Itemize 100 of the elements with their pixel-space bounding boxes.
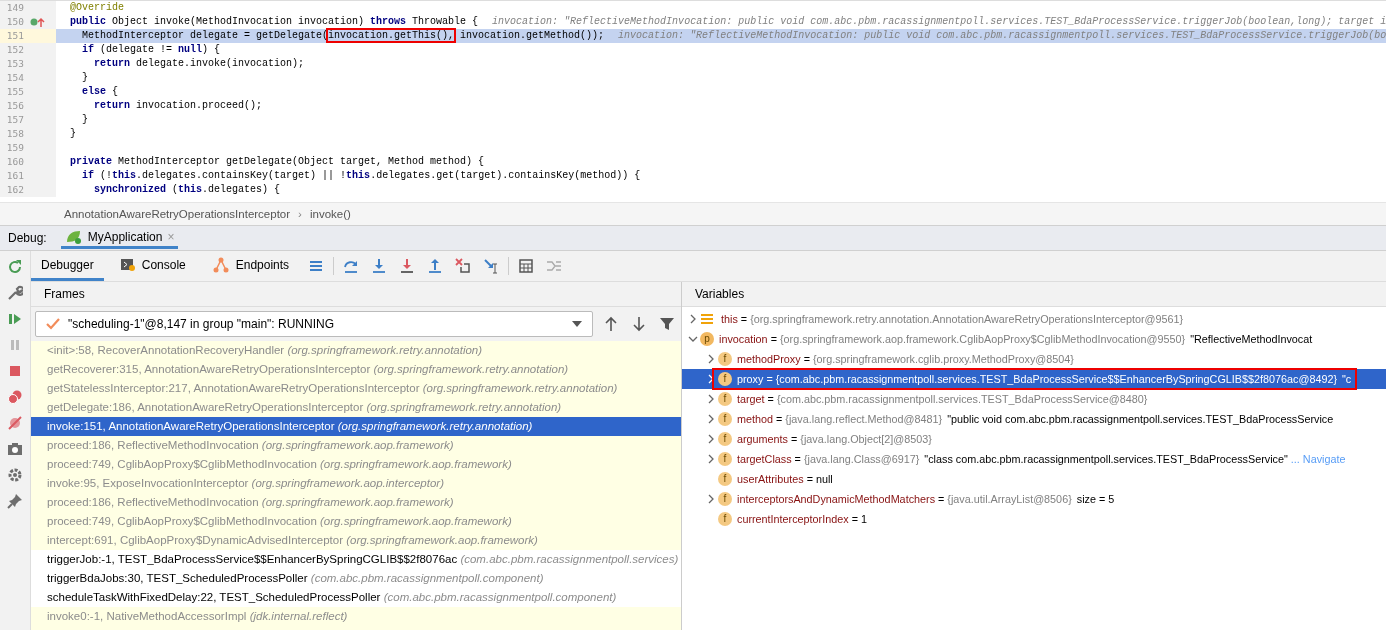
variable-row[interactable]: f targetClass = {java.lang.Class@6917} "class com.abc.pbm.racassignmentpoll.services.TEST_BdaProcessService" ... Navigate <box>682 449 1386 469</box>
code-text: @Override <box>70 2 124 13</box>
line-number: 155 <box>5 85 24 99</box>
code-text: } <box>70 128 76 139</box>
code-text: invocation.getMethod()); <box>459 30 605 41</box>
variable-row[interactable]: f arguments = {java.lang.Object[2]@8503} <box>682 429 1386 449</box>
breadcrumb-item[interactable]: invoke() <box>309 208 351 220</box>
line-number: 162 <box>5 183 24 197</box>
variable-detail: "class com.abc.pbm.racassignmentpoll.services.TEST_BdaProcessService" <box>924 453 1288 465</box>
variable-badge: f <box>718 372 732 386</box>
panel-title: Variables <box>695 287 745 301</box>
mute-breakpoints-icon[interactable] <box>7 415 23 431</box>
variable-row[interactable]: f currentInterceptorIndex = 1 <box>682 509 1386 529</box>
run-to-cursor-icon[interactable] <box>483 258 500 274</box>
line-number: 160 <box>5 155 24 169</box>
variable-badge: f <box>718 392 732 406</box>
leaf-icon <box>64 228 83 245</box>
thread-dropdown[interactable]: "scheduling-1"@8,147 in group "main": RUNNING <box>35 311 593 337</box>
variable-detail: "c <box>1342 373 1352 385</box>
variable-row[interactable]: f method = {java.lang.reflect.Method@8481} "public void com.abc.pbm.racassignmentpoll.services.TEST_BdaProcessService <box>682 409 1386 429</box>
menu-icon[interactable] <box>308 258 325 274</box>
console-icon <box>119 257 136 272</box>
code-text: } <box>81 72 88 83</box>
pin-icon[interactable] <box>7 493 23 509</box>
variable-name: interceptorsAndDynamicMethodMatchers <box>737 493 936 505</box>
code-text: return invocation.proceed(); <box>93 100 263 111</box>
variable-row[interactable]: p invocation = {org.springframework.aop.framework.CglibAopProxy$CglibMethodInvocation@9550} "ReflectiveMethodInvocat <box>682 329 1386 349</box>
camera-icon[interactable] <box>7 441 23 457</box>
rerun-icon[interactable] <box>7 259 23 275</box>
code-text: if (!this.delegates.containsKey(target) || !this.delegates.get(target).containsKey(method)) { <box>81 170 641 181</box>
stack-frame[interactable]: invoke:151, AnnotationAwareRetryOperationsInterceptor (org.springframework.retry.annotation) <box>31 417 681 436</box>
breakpoints-icon[interactable] <box>7 389 23 405</box>
inline-value-hint: invocation: "ReflectiveMethodInvocation: public void com.abc.pbm.racassignmentpoll.services.TEST_BdaProcessService.triggerJob(bo <box>618 30 1386 41</box>
variable-value: null <box>815 473 833 485</box>
line-number: 159 <box>5 141 24 155</box>
debugger-tab[interactable]: Console <box>109 251 196 281</box>
filter-icon[interactable] <box>660 317 674 331</box>
line-number: 151 <box>5 29 24 43</box>
code-text: private MethodInterceptor getDelegate(Object target, Method method) { <box>70 156 485 167</box>
variable-row[interactable]: f methodProxy = {org.springframework.cglib.proxy.MethodProxy@8504} <box>682 349 1386 369</box>
up-arrow-icon[interactable] <box>604 316 618 332</box>
step-over-icon[interactable] <box>343 258 360 274</box>
resume-icon[interactable] <box>7 311 23 327</box>
step-into-icon[interactable] <box>371 258 388 274</box>
variable-row[interactable]: f target = {com.abc.pbm.racassignmentpoll.services.TEST_BdaProcessService@8480} <box>682 389 1386 409</box>
step-out-icon[interactable] <box>427 258 444 274</box>
equals-sign: = <box>740 313 748 325</box>
override-marker-icon[interactable] <box>30 16 46 28</box>
variable-value: {java.lang.Class@6917} <box>803 453 920 465</box>
stack-frame[interactable]: triggerJob:-1, TEST_BdaProcessService$$EnhancerBySpringCGLIB$$2f8076ac (com.abc.pbm.racassignmentpoll.services) <box>31 550 681 569</box>
variable-detail: "ReflectiveMethodInvocat <box>1190 333 1313 345</box>
stop-icon[interactable] <box>7 363 23 379</box>
variable-name: target <box>737 393 765 405</box>
code-text: if (delegate != null) { <box>81 44 221 55</box>
settings-icon[interactable] <box>7 467 23 483</box>
equals-sign: = <box>770 333 777 345</box>
variable-row[interactable]: f interceptorsAndDynamicMethodMatchers = {java.util.ArrayList@8506} size = 5 <box>682 489 1386 509</box>
variable-value: {org.springframework.aop.framework.CglibAopProxy$CglibMethodInvocation@9550} <box>779 333 1186 345</box>
force-step-into-icon[interactable] <box>399 258 416 274</box>
highlighted-code: invocation.getThis(), <box>328 30 455 41</box>
debug-label: Debug: <box>8 231 47 245</box>
variable-row[interactable]: f userAttributes = null <box>682 469 1386 489</box>
equals-sign: = <box>851 513 858 525</box>
code-text: synchronized (this.delegates) { <box>93 184 281 195</box>
breadcrumb-separator: › <box>298 208 302 220</box>
stack-icon <box>700 312 714 326</box>
variable-value: 1 <box>860 513 867 525</box>
breadcrumb-item[interactable]: AnnotationAwareRetryOperationsInterceptor <box>64 208 291 220</box>
equals-sign: = <box>806 473 813 485</box>
down-arrow-icon[interactable] <box>632 316 646 332</box>
line-number: 161 <box>5 169 24 183</box>
equals-sign: = <box>767 393 774 405</box>
equals-sign: = <box>794 453 801 465</box>
stack-frame[interactable]: triggerBdaJobs:30, TEST_ScheduledProcessPoller (com.abc.pbm.racassignmentpoll.component) <box>31 569 681 588</box>
stack-frame[interactable]: scheduleTaskWithFixedDelay:22, TEST_ScheduledProcessPoller (com.abc.pbm.racassignmentpoll.component) <box>31 588 681 607</box>
variable-value: {com.abc.pbm.racassignmentpoll.services.TEST_BdaProcessService@8480} <box>776 393 1148 405</box>
variable-row[interactable]: f proxy = {com.abc.pbm.racassignmentpoll.services.TEST_BdaProcessService$$EnhancerBySpringCGLIB$$2f8076ac@8492} "c <box>682 369 1386 389</box>
variable-badge: f <box>718 412 732 426</box>
line-number: 150 <box>5 15 24 29</box>
drop-frame-icon[interactable] <box>455 258 472 274</box>
code-text: public Object invoke(MethodInvocation invocation) throws Throwable { <box>70 16 479 27</box>
debugger-tab[interactable]: Endpoints <box>201 251 300 281</box>
variable-value: {java.lang.reflect.Method@8481} <box>785 413 943 425</box>
equals-sign: = <box>766 373 773 385</box>
calculator-icon[interactable] <box>518 258 535 274</box>
variable-row[interactable]: this = {org.springframework.retry.annotation.AnnotationAwareRetryOperationsInterceptor@9561} <box>682 309 1386 329</box>
variable-name: proxy <box>737 373 764 385</box>
variable-badge: f <box>718 352 732 366</box>
wrench-icon[interactable] <box>7 285 23 301</box>
variable-name: currentInterceptorIndex <box>737 513 849 525</box>
line-number: 156 <box>5 99 24 113</box>
line-number: 153 <box>5 57 24 71</box>
equals-sign: = <box>776 413 783 425</box>
code-text: return delegate.invoke(invocation); <box>93 58 305 69</box>
variable-name: targetClass <box>737 453 792 465</box>
variable-name: methodProxy <box>737 353 801 365</box>
equals-sign: = <box>938 493 945 505</box>
variable-badge: f <box>718 452 732 466</box>
code-text: else { <box>81 86 119 97</box>
variable-value: {org.springframework.cglib.proxy.MethodProxy@8504} <box>812 353 1074 365</box>
